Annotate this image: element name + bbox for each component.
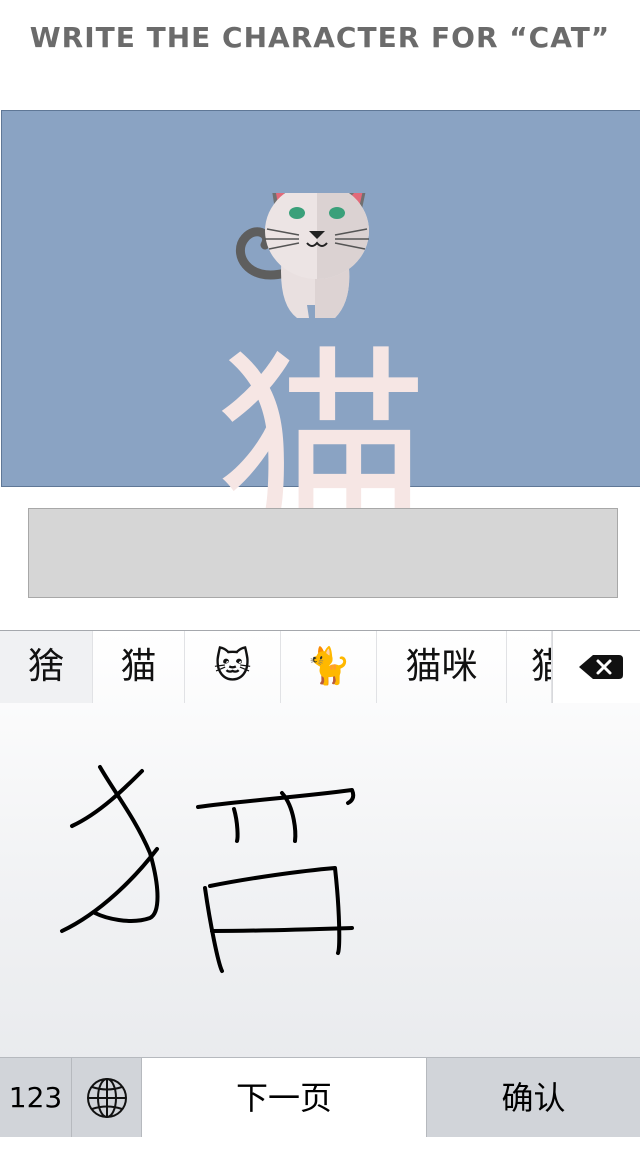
candidate-item[interactable]: 猫咪 — [377, 631, 507, 703]
candidate-bar: 猞 猫 🐱 🐈 猫咪 猫 — [0, 631, 640, 703]
candidate-item[interactable]: 猫 — [93, 631, 185, 703]
handwriting-canvas[interactable] — [0, 703, 640, 1057]
next-page-key[interactable]: 下一页 — [142, 1057, 426, 1137]
candidate-item[interactable]: 🐈 — [281, 631, 377, 703]
delete-button[interactable] — [552, 631, 640, 703]
candidate-item[interactable]: 🐱 — [185, 631, 281, 703]
handwriting-keyboard: 猞 猫 🐱 🐈 猫咪 猫 123 — [0, 630, 640, 1137]
globe-key[interactable] — [72, 1057, 142, 1137]
answer-field[interactable] — [28, 508, 618, 598]
numbers-key[interactable]: 123 — [0, 1057, 72, 1137]
globe-icon — [87, 1078, 127, 1118]
backspace-icon — [579, 655, 623, 679]
cat-face-icon — [236, 193, 369, 318]
candidate-item[interactable]: 猫 — [507, 631, 552, 703]
keyboard-bottom-row: 123 下一页 确认 — [0, 1057, 640, 1137]
prompt-title: WRITE THE CHARACTER FOR “CAT” — [29, 21, 611, 54]
flashcard: 猫 — [1, 110, 640, 563]
candidate-item[interactable]: 猞 — [0, 631, 93, 703]
confirm-key[interactable]: 确认 — [426, 1057, 640, 1137]
